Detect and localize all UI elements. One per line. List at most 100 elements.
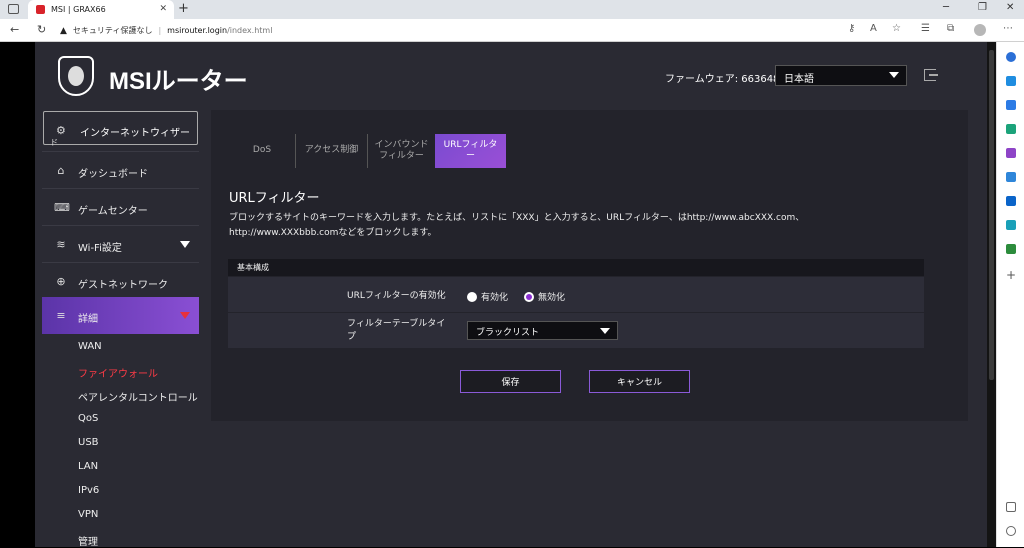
enable-row: URLフィルターの有効化 有効化 無効化	[228, 276, 924, 312]
sidebar-item-label: ゲームセンター	[78, 206, 148, 217]
tab-title: MSI | GRAX66	[51, 5, 106, 14]
sidebar-subitem-vpn[interactable]: VPN	[78, 509, 98, 520]
tab-inbound-filter[interactable]: インバウンド フィルター	[367, 134, 435, 168]
sidebar-subitem-qos[interactable]: QoS	[78, 413, 98, 424]
language-value: 日本語	[784, 74, 814, 85]
bing-icon[interactable]	[1006, 76, 1016, 86]
browser-tabbar: MSI | GRAX66 ✕ + ─ ❐ ✕	[0, 0, 1024, 19]
scrollbar-thumb[interactable]	[989, 50, 994, 380]
tab-actions-icon[interactable]	[8, 4, 19, 14]
tools-icon[interactable]	[1006, 124, 1016, 134]
add-icon[interactable]: +	[1006, 269, 1016, 281]
msi-logo-icon	[58, 56, 94, 96]
save-button[interactable]: 保存	[460, 370, 561, 393]
more-menu-icon[interactable]: ⋯	[1003, 23, 1013, 34]
sidebar-subitem-wan[interactable]: WAN	[78, 341, 102, 352]
sidebar-subitem-ipv6[interactable]: IPv6	[78, 485, 99, 496]
browser-tab[interactable]: MSI | GRAX66 ✕	[28, 0, 174, 19]
gear-icon: ⚙	[56, 124, 66, 137]
chevron-down-icon	[889, 72, 899, 78]
tab-dos[interactable]: DoS	[229, 134, 295, 168]
security-label: セキュリティ保護なし	[72, 26, 153, 35]
msi-favicon-icon	[36, 5, 45, 14]
section-title: 基本構成	[228, 259, 924, 276]
description-line: ブロックするサイトのキーワードを入力します。たとえば、リストに「XXX」と入力す…	[229, 213, 805, 223]
sidebar-item-game-center[interactable]: ⌨ ゲームセンター	[42, 188, 199, 225]
sidebar-item-advanced[interactable]: ≡ 詳細	[42, 297, 199, 334]
filter-type-label: フィルターテーブルタイ プ	[347, 318, 445, 343]
back-icon[interactable]: ←	[10, 23, 19, 36]
collections-icon[interactable]: ⧉	[947, 23, 954, 34]
page-title: URLフィルター	[229, 191, 320, 206]
sidebar-subitem-parental-control[interactable]: ペアレンタルコントロール	[78, 389, 198, 404]
office-icon[interactable]	[1006, 172, 1016, 182]
favorites-list-icon[interactable]: ☰	[921, 23, 930, 34]
favorite-star-icon[interactable]: ☆	[892, 23, 901, 34]
tab-access-control[interactable]: アクセス制御	[295, 134, 367, 168]
wifi-icon: ≋	[56, 238, 66, 251]
send-icon[interactable]	[1006, 220, 1016, 230]
sidebar-item-label: 詳細	[78, 314, 98, 325]
close-tab-icon[interactable]: ✕	[159, 4, 167, 14]
router-app: MSIルーター ファームウェア: 663648 日本語 ⚙ インターネットウィザ…	[35, 42, 987, 548]
wizard-label-tail: ド	[50, 138, 58, 147]
radio-checked-icon	[524, 291, 534, 302]
language-select[interactable]: 日本語	[775, 65, 907, 86]
filter-type-label-line: フィルターテーブルタイ	[347, 319, 446, 329]
outlook-icon[interactable]	[1006, 196, 1016, 206]
maximize-icon[interactable]: ❐	[978, 2, 987, 13]
sidebar-subitem-admin[interactable]: 管理	[78, 533, 98, 548]
page-description: ブロックするサイトのキーワードを入力します。たとえば、リストに「XXX」と入力す…	[229, 211, 949, 241]
search-icon[interactable]	[1006, 52, 1016, 62]
url-field[interactable]: ▲ セキュリティ保護なし | msirouter.login /index.ht…	[60, 22, 810, 39]
cancel-button[interactable]: キャンセル	[589, 370, 690, 393]
games-icon[interactable]	[1006, 148, 1016, 158]
enable-label: URLフィルターの有効化	[347, 291, 446, 301]
chevron-down-icon	[180, 241, 190, 248]
chevron-down-icon	[600, 328, 610, 334]
key-icon[interactable]: ⚷	[848, 23, 855, 34]
home-icon: ⌂	[57, 164, 65, 177]
profile-avatar[interactable]	[974, 24, 986, 36]
firmware-version: ファームウェア: 663648	[665, 74, 780, 85]
filter-type-label-line: プ	[347, 331, 357, 342]
radio-enable[interactable]: 有効化	[467, 290, 508, 303]
sidebar-item-label: ダッシュボード	[78, 169, 148, 180]
sidebar-item-label: Wi-Fi設定	[78, 243, 122, 254]
radio-unchecked-icon	[467, 291, 477, 302]
dragon-icon	[68, 66, 84, 86]
globe-icon: ⊕	[56, 275, 66, 288]
radio-disable[interactable]: 無効化	[524, 290, 565, 303]
filter-type-select[interactable]: ブラックリスト	[467, 321, 618, 340]
logout-icon[interactable]	[924, 69, 938, 81]
warning-icon: ▲	[60, 25, 67, 36]
sidebar-subitem-usb[interactable]: USB	[78, 437, 99, 448]
main-panel: DoS アクセス制御 インバウンド フィルター URLフィルタ ー URLフィル…	[211, 110, 968, 421]
read-aloud-icon[interactable]: A	[870, 23, 877, 34]
edge-sidebar: +	[996, 42, 1024, 547]
radio-disable-label: 無効化	[538, 293, 566, 303]
shopping-icon[interactable]	[1006, 100, 1016, 110]
page-scrollbar[interactable]	[987, 42, 996, 547]
url-separator: |	[158, 26, 162, 35]
radio-enable-label: 有効化	[481, 293, 509, 303]
sidebar-subitem-firewall[interactable]: ファイアウォール	[78, 365, 158, 380]
tree-icon[interactable]	[1006, 244, 1016, 254]
sidebar-hide-icon[interactable]	[1006, 502, 1016, 512]
sidebar-item-wifi[interactable]: ≋ Wi-Fi設定	[42, 225, 199, 262]
brand-title: MSIルーター	[109, 68, 248, 95]
sidebar: ⚙ インターネットウィザー ド ⌂ ダッシュボード ⌨ ゲームセンター ≋ Wi…	[42, 110, 199, 548]
internet-wizard-button[interactable]: ⚙ インターネットウィザー ド	[43, 111, 198, 147]
filter-type-value: ブラックリスト	[476, 328, 540, 338]
settings-icon[interactable]	[1006, 526, 1016, 536]
refresh-icon[interactable]: ↻	[37, 23, 46, 36]
window-close-icon[interactable]: ✕	[1006, 2, 1014, 13]
sliders-icon: ≡	[56, 309, 66, 322]
sidebar-item-dashboard[interactable]: ⌂ ダッシュボード	[42, 151, 199, 188]
minimize-icon[interactable]: ─	[943, 2, 949, 13]
tab-url-filter[interactable]: URLフィルタ ー	[435, 134, 506, 168]
new-tab-icon[interactable]: +	[178, 1, 189, 16]
sidebar-item-guest-network[interactable]: ⊕ ゲストネットワーク	[42, 262, 199, 299]
sidebar-subitem-lan[interactable]: LAN	[78, 461, 98, 472]
url-path: /index.html	[227, 26, 273, 35]
